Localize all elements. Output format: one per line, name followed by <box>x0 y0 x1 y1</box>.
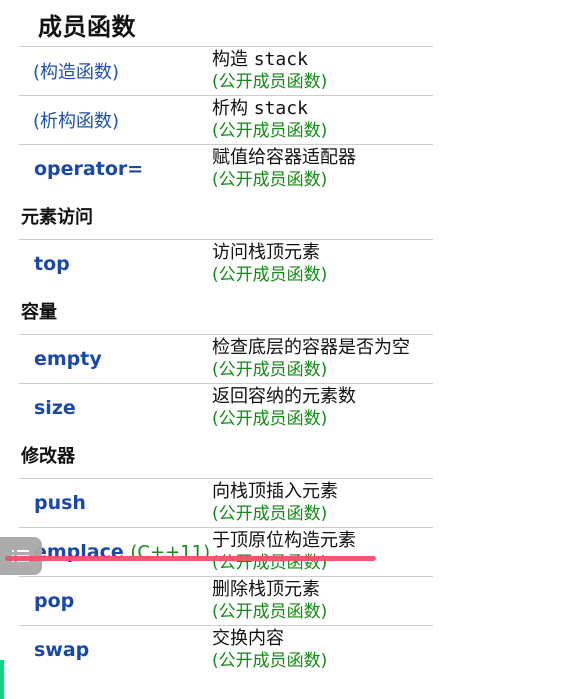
table-row-pop: pop 删除栈顶元素 (公开成员函数) <box>19 576 433 625</box>
member-link-empty[interactable]: empty <box>19 348 212 370</box>
section-heading-element-access: 元素访问 <box>1 193 433 239</box>
member-description: 删除栈顶元素 (公开成员函数) <box>212 579 327 623</box>
member-desc-text: 析构 stack <box>212 98 327 120</box>
member-desc-text: 检查底层的容器是否为空 <box>212 337 410 358</box>
member-kind: (公开成员函数) <box>212 265 328 285</box>
member-description: 返回容纳的元素数 (公开成员函数) <box>212 386 356 430</box>
member-description: 访问栈顶元素 (公开成员函数) <box>212 242 327 286</box>
member-description: 检查底层的容器是否为空 (公开成员函数) <box>212 337 410 381</box>
member-link-constructor[interactable]: (构造函数) <box>19 58 212 84</box>
member-description: 构造 stack (公开成员函数) <box>212 49 327 93</box>
member-kind: (公开成员函数) <box>212 170 328 190</box>
table-row-emplace: emplace (C++11) 于顶原位构造元素 (公开成员函数) <box>19 527 433 576</box>
member-link-top[interactable]: top <box>19 253 212 275</box>
member-desc-text: 删除栈顶元素 <box>212 579 320 600</box>
member-kind: (公开成员函数) <box>212 602 328 622</box>
accent-edge-bar <box>0 660 4 699</box>
desc-prefix: 析构 <box>212 98 254 119</box>
member-kind: (公开成员函数) <box>212 360 328 380</box>
member-link-operator-assign[interactable]: operator= <box>19 158 212 180</box>
section-title: 元素访问 <box>21 207 93 228</box>
member-link-pop[interactable]: pop <box>19 590 212 612</box>
table-row-destructor: (析构函数) 析构 stack (公开成员函数) <box>19 95 433 144</box>
member-desc-text: 访问栈顶元素 <box>212 242 320 263</box>
desc-prefix: 构造 <box>212 49 254 70</box>
table-row-push: push 向栈顶插入元素 (公开成员函数) <box>19 478 433 527</box>
member-kind: (公开成员函数) <box>212 651 328 671</box>
table-row-empty: empty 检查底层的容器是否为空 (公开成员函数) <box>19 334 433 383</box>
page-title: 成员函数 <box>38 13 136 41</box>
member-description: 向栈顶插入元素 (公开成员函数) <box>212 481 338 525</box>
member-link-swap[interactable]: swap <box>19 639 212 661</box>
member-desc-text: 于顶原位构造元素 <box>212 530 356 551</box>
member-link-size[interactable]: size <box>19 397 212 419</box>
member-kind: (公开成员函数) <box>212 121 328 141</box>
desc-code: stack <box>253 49 308 70</box>
table-row-top: top 访问栈顶元素 (公开成员函数) <box>19 239 433 288</box>
member-description: 于顶原位构造元素 (公开成员函数) <box>212 530 356 574</box>
member-desc-text: 交换内容 <box>212 628 284 649</box>
member-kind: (公开成员函数) <box>212 409 328 429</box>
table-row-swap: swap 交换内容 (公开成员函数) <box>19 625 433 674</box>
section-heading-capacity: 容量 <box>1 288 433 334</box>
member-link-push[interactable]: push <box>19 492 212 514</box>
member-link-destructor[interactable]: (析构函数) <box>19 107 212 133</box>
member-desc-text: 向栈顶插入元素 <box>212 481 338 502</box>
member-description: 交换内容 (公开成员函数) <box>212 628 327 672</box>
section-heading-modifiers: 修改器 <box>1 432 433 478</box>
table-row-operator-assign: operator= 赋值给容器适配器 (公开成员函数) <box>19 144 433 193</box>
member-description: 赋值给容器适配器 (公开成员函数) <box>212 147 356 191</box>
member-desc-text: 返回容纳的元素数 <box>212 386 356 407</box>
desc-code: stack <box>253 98 308 119</box>
section-title: 容量 <box>21 302 57 323</box>
member-kind: (公开成员函数) <box>212 72 328 92</box>
table-row-size: size 返回容纳的元素数 (公开成员函数) <box>19 383 433 432</box>
member-kind: (公开成员函数) <box>212 504 328 524</box>
table-row-constructor: (构造函数) 构造 stack (公开成员函数) <box>19 46 433 95</box>
annotation-strike-line <box>5 556 376 561</box>
member-desc-text: 赋值给容器适配器 <box>212 147 356 168</box>
member-description: 析构 stack (公开成员函数) <box>212 98 327 142</box>
member-functions-table: (构造函数) 构造 stack (公开成员函数) (析构函数) 析构 stack… <box>19 46 433 674</box>
member-desc-text: 构造 stack <box>212 49 327 71</box>
section-title: 修改器 <box>21 446 75 467</box>
